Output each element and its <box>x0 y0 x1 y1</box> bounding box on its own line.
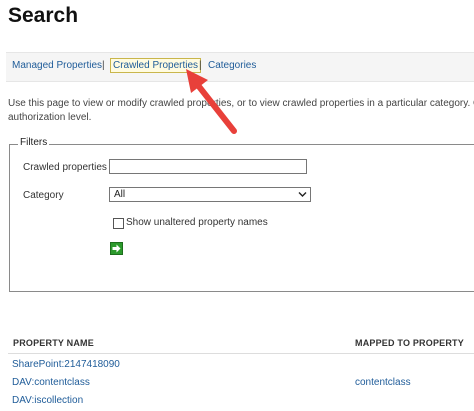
page-description-line: Use this page to view or modify crawled … <box>8 98 474 109</box>
column-header-mapped-to-property: MAPPED TO PROPERTY <box>355 338 464 348</box>
table-divider <box>8 353 474 354</box>
filters-legend: Filters <box>18 137 50 148</box>
show-unaltered-label: Show unaltered property names <box>126 217 268 228</box>
page-description: Use this page to view or modify crawled … <box>8 97 474 125</box>
nav-separator: | <box>102 60 105 71</box>
category-label: Category <box>23 190 64 201</box>
mapped-property-link[interactable]: contentclass <box>355 377 411 388</box>
property-name-link[interactable]: DAV:contentclass <box>12 377 90 388</box>
crawled-properties-input[interactable] <box>109 159 307 174</box>
nav-link-crawled-properties[interactable]: Crawled Properties <box>110 58 202 73</box>
page-title: Search <box>8 4 79 27</box>
category-select-value: All <box>114 189 126 200</box>
chevron-down-icon <box>298 192 307 197</box>
apply-filter-button[interactable] <box>110 242 123 255</box>
column-header-property-name: PROPERTY NAME <box>13 338 94 348</box>
nav-separator: | <box>199 60 202 71</box>
page-description-line: authorization level. <box>8 112 92 123</box>
crawled-properties-label: Crawled properties <box>23 162 107 173</box>
filters-fieldset: Filters Crawled properties Category All … <box>9 137 474 292</box>
show-unaltered-checkbox[interactable] <box>113 218 124 229</box>
arrow-right-icon <box>112 244 121 253</box>
property-name-link[interactable]: DAV:iscollection <box>12 395 83 406</box>
property-nav-bar: Managed Properties | Crawled Properties … <box>6 52 474 82</box>
nav-link-categories[interactable]: Categories <box>208 60 256 71</box>
category-select[interactable]: All <box>109 187 311 202</box>
property-name-link[interactable]: SharePoint:2147418090 <box>12 359 120 370</box>
nav-link-managed-properties[interactable]: Managed Properties <box>12 60 102 71</box>
